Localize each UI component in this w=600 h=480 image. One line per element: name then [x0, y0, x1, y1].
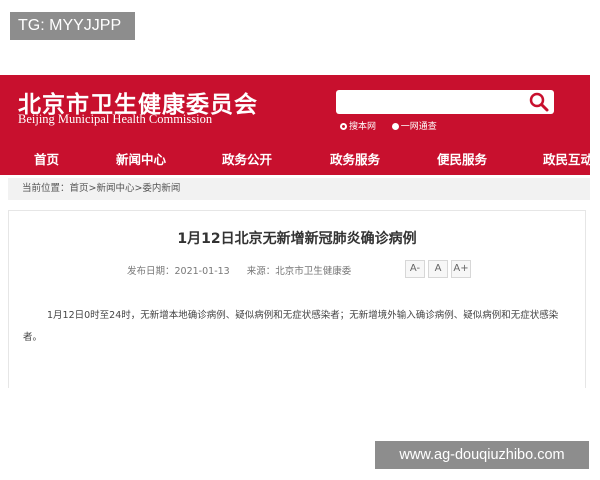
font-decrease-button[interactable]: A-	[405, 260, 425, 278]
article-title: 1月12日北京无新增新冠肺炎确诊病例	[177, 231, 417, 247]
font-size-controls: A- A A+	[405, 256, 474, 278]
font-default-button[interactable]: A	[428, 260, 448, 278]
publish-date: 发布日期：2021-01-13	[127, 266, 230, 277]
site-header: 北京市卫生健康委员会 Beijing Municipal Health Comm…	[0, 75, 590, 145]
search-scope-label-site: 搜本网	[349, 122, 377, 132]
main-nav: 首页 新闻中心 政务公开 政务服务 便民服务 政民互动	[0, 145, 593, 175]
watermark-bottom: www.ag-douqiuzhibo.com	[375, 441, 589, 469]
search-scope-options: 搜本网 一网通查	[340, 119, 437, 132]
search-icon[interactable]	[528, 91, 550, 113]
nav-item-public-services[interactable]: 便民服务	[437, 145, 487, 175]
font-increase-button[interactable]: A+	[451, 260, 471, 278]
article-panel: 1月12日北京无新增新冠肺炎确诊病例 发布日期：2021-01-13 来源：北京…	[8, 210, 586, 388]
search-input[interactable]	[336, 90, 554, 114]
nav-item-interaction[interactable]: 政民互动	[543, 145, 593, 175]
nav-item-gov-affairs[interactable]: 政务公开	[222, 145, 272, 175]
nav-item-news[interactable]: 新闻中心	[116, 145, 166, 175]
article-body: 1月12日0时至24时，无新增本地确诊病例、疑似病例和无症状感染者；无新增境外输…	[23, 310, 559, 343]
breadcrumb-bar: 当前位置：首页>新闻中心>委内新闻	[8, 178, 590, 200]
search-scope-radio-all[interactable]	[391, 123, 399, 130]
watermark-top: TG: MYYJJPP	[10, 12, 135, 40]
search-scope-label-all: 一网通查	[400, 122, 437, 132]
site-logo-en: Beijing Municipal Health Commission	[18, 112, 213, 126]
search-scope-radio-site[interactable]	[340, 123, 347, 130]
nav-item-home[interactable]: 首页	[34, 145, 59, 175]
nav-item-gov-services[interactable]: 政务服务	[330, 145, 380, 175]
article-meta: 发布日期：2021-01-13 来源：北京市卫生健康委	[127, 263, 365, 277]
breadcrumb[interactable]: 当前位置：首页>新闻中心>委内新闻	[22, 178, 180, 200]
article-source: 来源：北京市卫生健康委	[246, 266, 352, 277]
